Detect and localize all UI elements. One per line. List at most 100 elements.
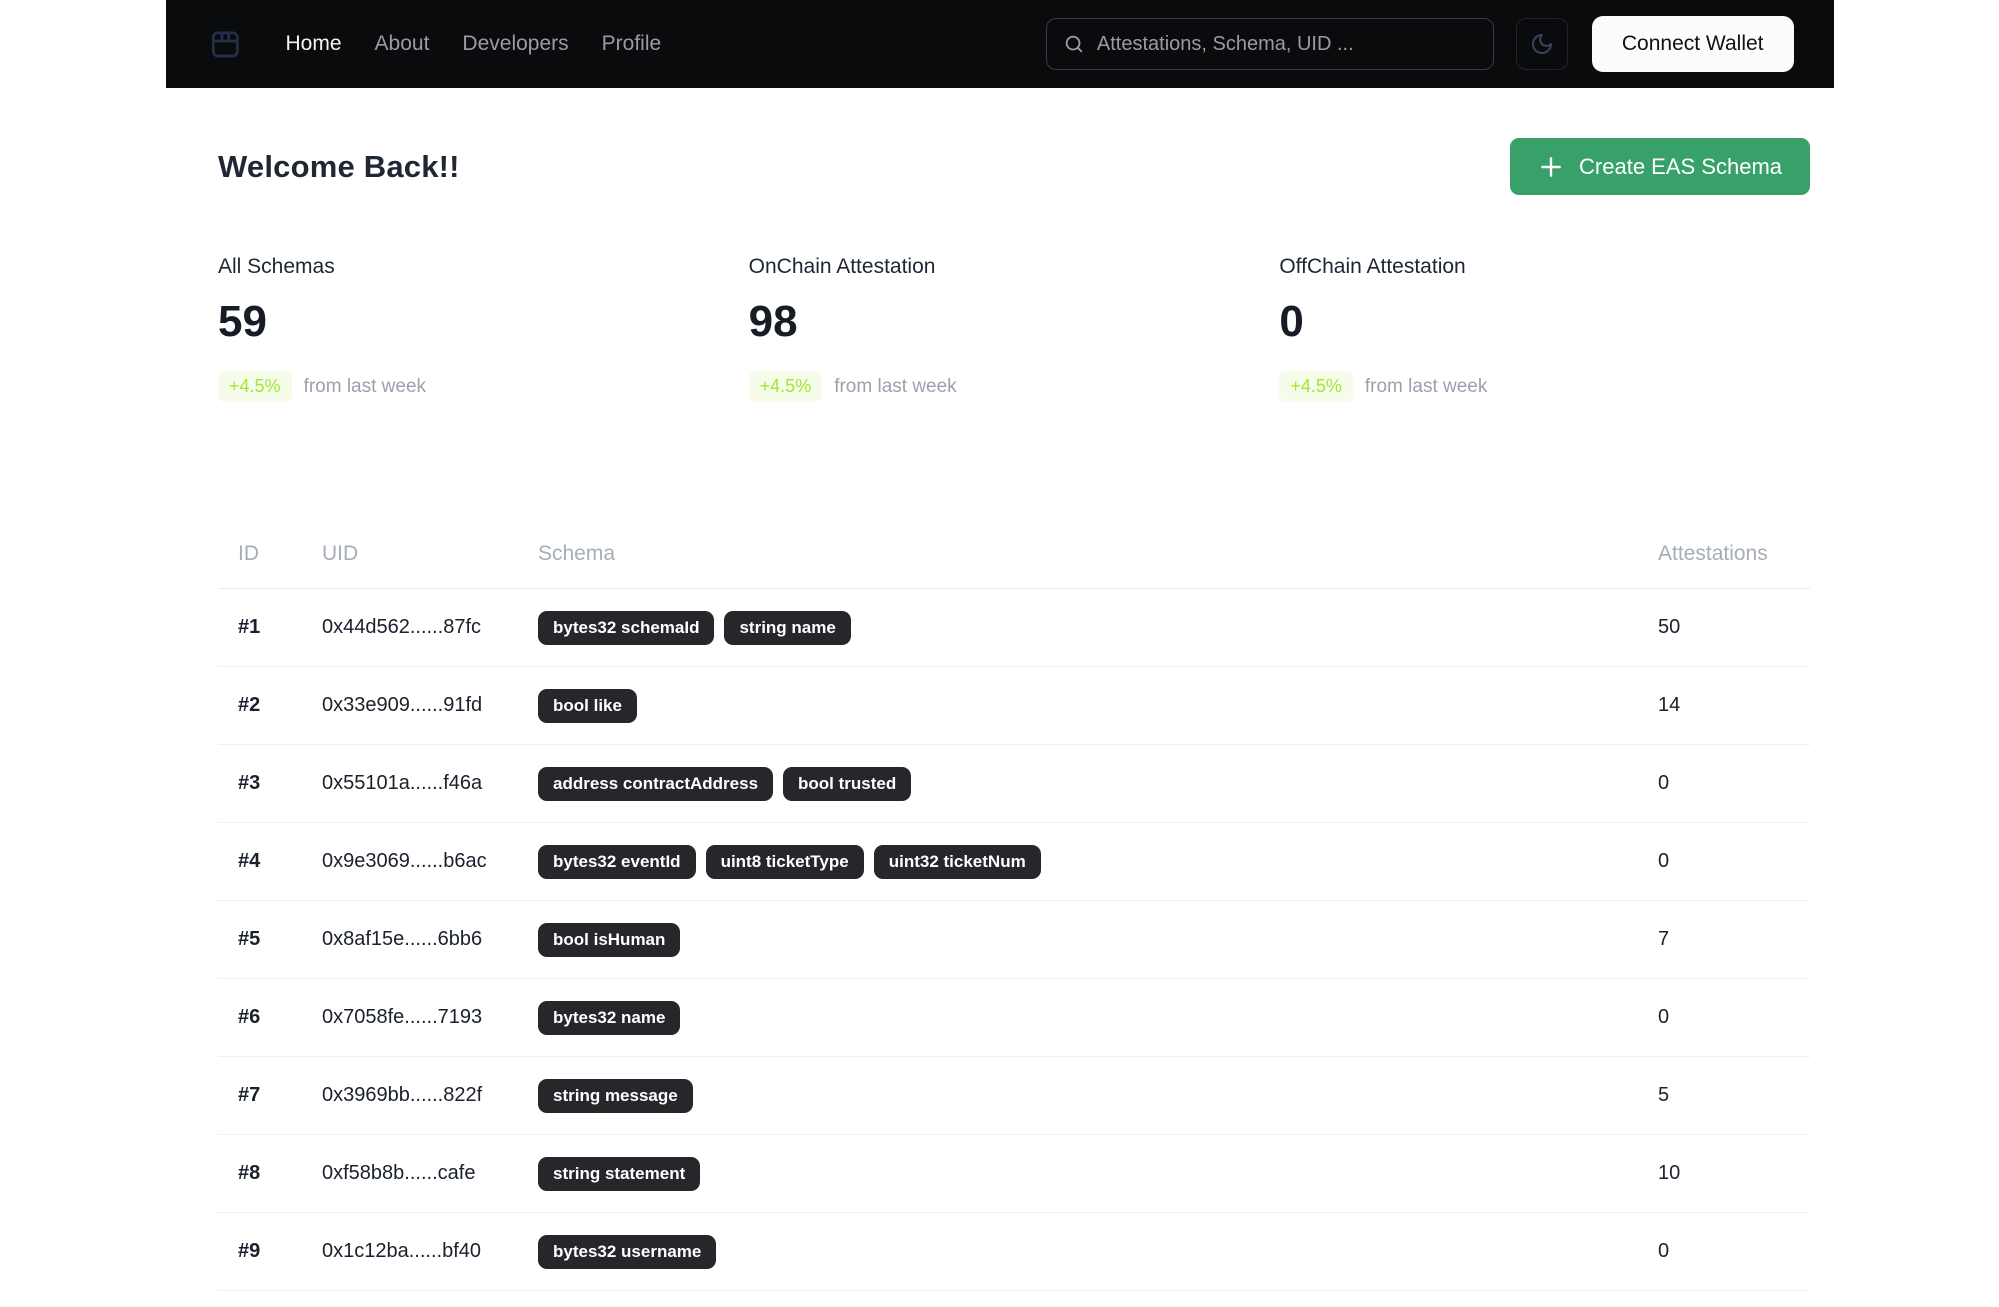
stat-change-badge: +4.5% [218,371,292,402]
schemas-table: ID UID Schema Attestations #1 0x44d562..… [218,542,1810,1307]
nav-links: Home About Developers Profile [286,32,662,56]
stat-change-caption: from last week [834,375,957,397]
cell-id: #2 [238,694,261,716]
stat-card-offchain-attestation: OffChain Attestation 0 +4.5% from last w… [1279,255,1810,402]
column-header-id: ID [238,542,259,565]
search-icon [1063,33,1085,55]
cell-uid: 0x1c12ba......bf40 [322,1240,482,1262]
table-row[interactable]: #7 0x3969bb......822f string message 5 [218,1057,1810,1135]
table-row[interactable]: #10 0x27d06e......804a bool isFriend 6 [218,1291,1810,1307]
schema-type-badge: bool trusted [783,766,912,801]
nav-item-home[interactable]: Home [286,32,342,56]
stats-cards: All Schemas 59 +4.5% from last week OnCh… [218,255,1810,402]
cell-uid: 0x44d562......87fc [322,616,482,638]
stat-change-badge: +4.5% [748,371,823,402]
create-eas-schema-button[interactable]: Create EAS Schema [1510,138,1810,195]
cell-uid: 0x3969bb......822f [322,1084,483,1106]
cell-attestations: 5 [1658,1084,1670,1106]
schema-type-badge: bool isHuman [538,922,681,957]
create-eas-schema-label: Create EAS Schema [1579,153,1782,179]
table-row[interactable]: #9 0x1c12ba......bf40 bytes32 username 0 [218,1213,1810,1291]
table-row[interactable]: #4 0x9e3069......b6ac bytes32 eventId uin… [218,823,1810,901]
cell-uid: 0xf58b8b......cafe [322,1162,476,1184]
table-row[interactable]: #5 0x8af15e......6bb6 bool isHuman 7 [218,901,1810,979]
table-row[interactable]: #2 0x33e909......91fd bool like 14 [218,667,1810,745]
nav-item-about[interactable]: About [375,32,430,56]
connect-wallet-button[interactable]: Connect Wallet [1591,16,1794,72]
schema-type-badge: bytes32 username [538,1234,717,1269]
cell-uid: 0x7058fe......7193 [322,1006,483,1028]
cell-id: #6 [238,1006,261,1028]
cell-id: #3 [238,772,261,794]
cell-attestations: 0 [1658,850,1670,872]
cell-uid: 0x33e909......91fd [322,694,483,716]
column-header-attestations: Attestations [1658,542,1768,565]
cell-schema: string message [538,1078,1658,1113]
stat-change-caption: from last week [1364,375,1488,397]
cell-uid: 0x8af15e......6bb6 [322,928,483,950]
stat-label: All Schemas [218,255,335,278]
cell-schema: address contractAddress bool trusted [538,766,1658,801]
table-header-row: ID UID Schema Attestations [218,542,1810,589]
cell-attestations: 0 [1658,772,1670,794]
schema-type-badge: string name [724,610,851,645]
table-row[interactable]: #6 0x7058fe......7193 bytes32 name 0 [218,979,1810,1057]
cell-id: #8 [238,1162,261,1184]
stat-value: 98 [748,297,798,346]
schema-type-badge: bytes32 schemaId [538,610,715,645]
package-icon [206,25,244,63]
stat-label: OnChain Attestation [748,255,936,278]
column-header-uid: UID [322,542,359,565]
column-header-schema: Schema [538,542,616,565]
stat-card-all-schemas: All Schemas 59 +4.5% from last week [218,255,749,402]
schema-type-badge: address contractAddress [538,766,774,801]
schema-type-badge: string message [538,1078,693,1113]
cell-schema: bytes32 name [538,1000,1658,1035]
table-row[interactable]: #8 0xf58b8b......cafe string statement 1… [218,1135,1810,1213]
moon-icon [1530,32,1554,56]
cell-id: #4 [238,850,261,872]
cell-id: #5 [238,928,261,950]
cell-schema: bytes32 username [538,1234,1658,1269]
schema-type-badge: bool like [538,688,637,723]
cell-schema: bool isHuman [538,922,1658,957]
plus-icon [1538,154,1564,180]
schema-type-badge: uint32 ticketNum [873,844,1041,879]
schema-type-badge: bytes32 eventId [538,844,696,879]
cell-attestations: 0 [1658,1240,1670,1262]
page-title: Welcome Back!! [218,148,460,184]
stat-value: 0 [1279,297,1304,346]
cell-schema: bytes32 schemaId string name [538,610,1658,645]
cell-schema: bool like [538,688,1658,723]
schema-type-badge: uint8 ticketType [705,844,864,879]
cell-attestations: 14 [1658,694,1681,716]
schema-type-badge: bytes32 name [538,1000,681,1035]
schema-type-badge: string statement [538,1156,701,1191]
navbar: Home About Developers Profile Connect Wa… [165,0,1834,88]
cell-attestations: 0 [1658,1006,1670,1028]
cell-schema: string statement [538,1156,1658,1191]
table-body: #1 0x44d562......87fc bytes32 schemaId st… [218,589,1810,1307]
cell-attestations: 10 [1658,1162,1681,1184]
cell-id: #7 [238,1084,261,1106]
theme-toggle-button[interactable] [1515,18,1568,70]
page-header: Welcome Back!! Create EAS Schema [218,138,1810,195]
cell-id: #1 [238,616,261,638]
cell-attestations: 50 [1658,616,1681,638]
search-box[interactable] [1045,18,1494,70]
stat-label: OffChain Attestation [1279,255,1466,278]
cell-attestations: 7 [1658,928,1670,950]
main-content: Welcome Back!! Create EAS Schema All Sch… [218,138,1810,1307]
search-input[interactable] [1096,32,1477,56]
cell-schema: bytes32 eventId uint8 ticketType uint32 ti… [538,844,1658,879]
nav-item-developers[interactable]: Developers [462,32,568,56]
cell-id: #9 [238,1240,261,1262]
stat-card-onchain-attestation: OnChain Attestation 98 +4.5% from last w… [748,255,1280,402]
table-row[interactable]: #1 0x44d562......87fc bytes32 schemaId st… [218,589,1810,667]
cell-uid: 0x55101a......f46a [322,772,483,794]
table-row[interactable]: #3 0x55101a......f46a address contractAd… [218,745,1810,823]
stat-value: 59 [218,297,267,346]
cell-uid: 0x9e3069......b6ac [322,850,487,872]
stat-change-badge: +4.5% [1279,371,1353,402]
nav-item-profile[interactable]: Profile [602,32,662,56]
